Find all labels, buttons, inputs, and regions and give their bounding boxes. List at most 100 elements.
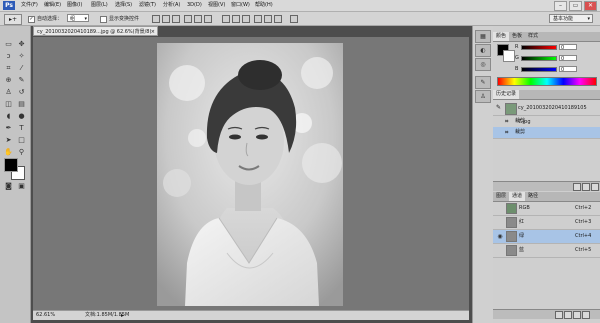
trash-icon[interactable] <box>591 183 599 191</box>
new-channel-icon[interactable] <box>573 311 581 319</box>
history-item-selected[interactable]: ⌗ 裁剪 <box>493 127 600 139</box>
distribute-left-icon[interactable] <box>254 15 262 23</box>
gradient-tool-icon[interactable]: ▤ <box>16 100 27 109</box>
tab-layers[interactable]: 图层 <box>493 192 509 201</box>
align-bottom-icon[interactable] <box>172 15 180 23</box>
distribute-top-icon[interactable] <box>222 15 230 23</box>
menu-edit[interactable]: 编辑(E) <box>44 0 61 11</box>
close-icon[interactable]: × <box>151 27 155 37</box>
red-channel-slider[interactable] <box>521 45 557 50</box>
marquee-tool-icon[interactable]: ▭ <box>3 40 14 49</box>
align-top-icon[interactable] <box>152 15 160 23</box>
menu-layer[interactable]: 图层(L) <box>91 0 108 11</box>
menu-analysis[interactable]: 分析(A) <box>163 0 180 11</box>
color-spectrum-bar[interactable] <box>497 77 597 86</box>
eye-icon[interactable] <box>496 246 504 255</box>
distribute-hcenter-icon[interactable] <box>264 15 272 23</box>
channel-row-selected[interactable]: ◉ 绿 Ctrl+4 <box>493 230 600 244</box>
distribute-right-icon[interactable] <box>274 15 282 23</box>
swatch-panel-icon[interactable]: ▦ <box>475 30 491 43</box>
dodge-tool-icon[interactable]: ● <box>16 112 27 121</box>
channel-row[interactable]: 红 Ctrl+3 <box>493 216 600 230</box>
quick-mask-icon[interactable]: ◙ <box>3 182 14 191</box>
path-selection-icon[interactable]: ➤ <box>3 136 14 145</box>
menu-window[interactable]: 窗口(W) <box>231 0 250 11</box>
zoom-level[interactable]: 62.61% <box>36 311 55 320</box>
eye-icon[interactable] <box>496 218 504 227</box>
auto-select-checkbox[interactable]: ✓ <box>28 16 35 23</box>
history-footer <box>493 181 600 191</box>
blue-channel-slider[interactable] <box>521 67 557 72</box>
tab-color[interactable]: 颜色 <box>493 32 510 41</box>
clone-source-icon[interactable]: ♙ <box>475 90 491 103</box>
type-tool-icon[interactable]: T <box>16 124 27 133</box>
green-channel-slider[interactable] <box>521 56 557 61</box>
crop-tool-icon[interactable]: ⌗ <box>3 64 14 73</box>
tab-history[interactable]: 历史记录 <box>493 90 520 99</box>
document-image[interactable] <box>157 43 343 306</box>
menu-help[interactable]: 帮助(H) <box>255 0 273 11</box>
close-button[interactable]: ✕ <box>584 1 597 11</box>
healing-brush-icon[interactable]: ⊕ <box>3 76 14 85</box>
history-brush-icon[interactable]: ↺ <box>16 88 27 97</box>
tab-paths[interactable]: 路径 <box>525 192 541 201</box>
new-snapshot-icon[interactable] <box>573 183 581 191</box>
distribute-vcenter-icon[interactable] <box>232 15 240 23</box>
align-left-icon[interactable] <box>184 15 192 23</box>
align-hcenter-icon[interactable] <box>194 15 202 23</box>
pen-tool-icon[interactable]: ✒ <box>3 124 14 133</box>
eyedropper-icon[interactable]: ⁄ <box>16 64 27 73</box>
workspace-switcher[interactable]: 基本功能 ▾ <box>549 14 593 23</box>
channel-row[interactable]: 蓝 Ctrl+5 <box>493 244 600 258</box>
channels-footer <box>493 309 600 319</box>
clone-stamp-icon[interactable]: ♙ <box>3 88 14 97</box>
menu-image[interactable]: 图像(I) <box>67 0 82 11</box>
eraser-tool-icon[interactable]: ◫ <box>3 100 14 109</box>
green-channel-value[interactable]: 0 <box>559 55 577 62</box>
document-tab[interactable]: cy_2010032020410189...jpg @ 62.6%(背景/8) … <box>33 26 158 36</box>
tab-channels[interactable]: 通道 <box>509 192 526 201</box>
eye-icon[interactable] <box>496 204 504 213</box>
zoom-tool-icon[interactable]: ⚲ <box>16 148 27 157</box>
masks-icon[interactable]: ◎ <box>475 58 491 71</box>
minimize-button[interactable]: – <box>554 1 567 11</box>
menu-3d[interactable]: 3D(D) <box>187 0 202 11</box>
screen-mode-icon[interactable]: ▣ <box>16 182 27 191</box>
eye-icon[interactable]: ◉ <box>496 232 504 241</box>
arrow-right-icon[interactable]: ▸ <box>121 311 124 320</box>
foreground-color-swatch[interactable] <box>4 158 18 172</box>
adjustments-icon[interactable]: ◐ <box>475 44 491 57</box>
hand-tool-icon[interactable]: ✋ <box>3 148 14 157</box>
menu-view[interactable]: 视图(V) <box>208 0 225 11</box>
history-snapshot[interactable]: ✎ cy_2010032020410189105 7.jpg <box>493 101 600 125</box>
auto-select-dropdown[interactable]: 组 ▾ <box>67 14 89 22</box>
tab-styles[interactable]: 样式 <box>525 32 541 41</box>
brushes-icon[interactable]: ✎ <box>475 76 491 89</box>
move-tool-icon[interactable]: ✥ <box>16 40 27 49</box>
lasso-tool-icon[interactable]: ↄ <box>3 52 14 61</box>
trash-icon[interactable] <box>582 311 590 319</box>
align-right-icon[interactable] <box>204 15 212 23</box>
channel-row[interactable]: RGB Ctrl+2 <box>493 202 600 216</box>
distribute-bottom-icon[interactable] <box>242 15 250 23</box>
red-channel-value[interactable]: 0 <box>559 44 577 51</box>
tab-swatches[interactable]: 色板 <box>509 32 525 41</box>
color-bg-swatch[interactable] <box>503 50 515 62</box>
blur-tool-icon[interactable]: ◖ <box>3 112 14 121</box>
move-tool-preset-icon[interactable]: ▸+ <box>4 14 22 25</box>
brush-tool-icon[interactable]: ✎ <box>16 76 27 85</box>
blue-channel-value[interactable]: 0 <box>559 66 577 73</box>
channel-shortcut: Ctrl+5 <box>575 247 592 253</box>
load-selection-icon[interactable] <box>555 311 563 319</box>
restore-button[interactable]: ▭ <box>569 1 582 11</box>
auto-align-icon[interactable] <box>290 15 298 23</box>
menu-file[interactable]: 文件(F) <box>21 0 38 11</box>
shape-tool-icon[interactable]: □ <box>16 136 27 145</box>
align-vcenter-icon[interactable] <box>162 15 170 23</box>
save-selection-icon[interactable] <box>564 311 572 319</box>
magic-wand-icon[interactable]: ✧ <box>16 52 27 61</box>
menu-select[interactable]: 选择(S) <box>115 0 132 11</box>
menu-filter[interactable]: 滤镜(T) <box>139 0 156 11</box>
show-transform-checkbox[interactable] <box>100 16 107 23</box>
camera-icon[interactable] <box>582 183 590 191</box>
